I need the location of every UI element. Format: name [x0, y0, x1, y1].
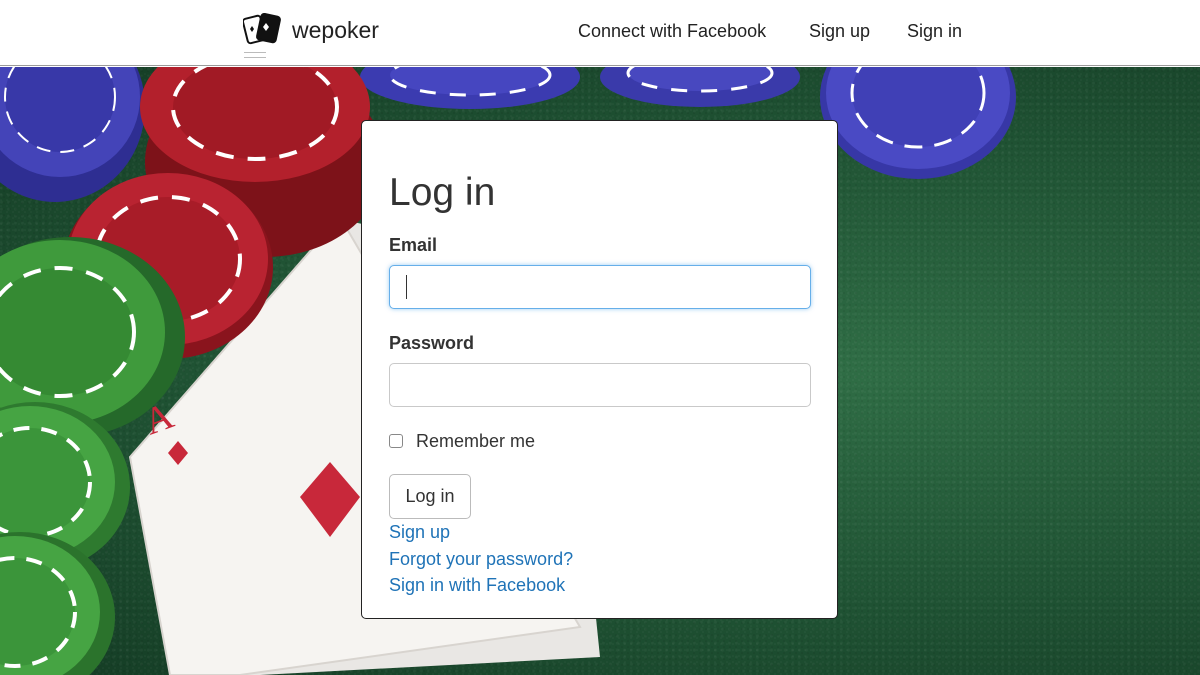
login-card: Log in Email Password Remember me Log in…: [361, 120, 838, 619]
nav-connect-facebook-link[interactable]: Connect with Facebook: [578, 21, 766, 42]
remember-me-label[interactable]: Remember me: [416, 431, 535, 452]
text-caret: [406, 275, 407, 299]
password-field[interactable]: [389, 363, 811, 407]
nav-sign-in-link[interactable]: Sign in: [907, 21, 962, 42]
remember-me-checkbox[interactable]: [389, 434, 403, 448]
cards-logo-icon: [243, 12, 281, 45]
page-title: Log in: [389, 171, 496, 214]
forgot-password-link[interactable]: Forgot your password?: [389, 549, 573, 570]
log-in-button[interactable]: Log in: [389, 474, 471, 519]
sign-up-link[interactable]: Sign up: [389, 522, 450, 543]
nav-sign-up-link[interactable]: Sign up: [809, 21, 870, 42]
email-field[interactable]: [389, 265, 811, 309]
brand-name: wepoker: [292, 17, 379, 43]
email-label: Email: [389, 235, 438, 255]
top-navbar: wepoker Connect with Facebook Sign up Si…: [0, 0, 1200, 66]
brand-tagline-mark: [244, 52, 266, 58]
password-label: Password: [389, 333, 475, 353]
sign-in-with-facebook-link[interactable]: Sign in with Facebook: [389, 575, 565, 596]
